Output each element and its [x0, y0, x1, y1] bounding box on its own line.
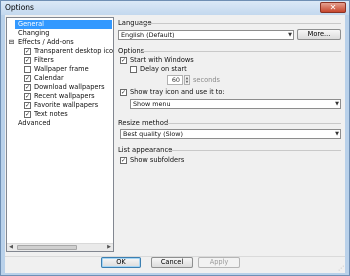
tree-item-label: Changing	[18, 29, 50, 37]
language-value: English (Default)	[121, 31, 175, 39]
options-window: Options ✕ General Changing ⊟ Effects / A…	[0, 0, 350, 276]
tree-item-calendar[interactable]: ✓ Calendar	[24, 74, 64, 83]
scroll-left-icon[interactable]: ◀	[7, 244, 15, 251]
resize-method-value: Best quality (Slow)	[123, 130, 184, 138]
language-select[interactable]: English (Default) ▼	[118, 30, 294, 40]
dialog-client: General Changing ⊟ Effects / Add-ons ✓ T…	[5, 15, 345, 273]
delay-spinner[interactable]: ▲ ▼	[184, 75, 190, 85]
tree-item-transparent-icons[interactable]: ✓ Transparent desktop icons te	[24, 47, 114, 56]
close-icon: ✕	[329, 3, 337, 12]
tree-item-label: General	[18, 20, 44, 28]
tree-horizontal-scrollbar[interactable]: ◀ ▶	[7, 243, 113, 251]
list-appearance-group-label: List appearance	[118, 146, 173, 154]
more-languages-button[interactable]: More...	[297, 29, 341, 40]
checkbox-checked-icon[interactable]: ✓	[24, 48, 31, 55]
collapse-icon[interactable]: ⊟	[8, 38, 15, 47]
group-divider	[164, 123, 341, 124]
tree-item-effects-addons[interactable]: ⊟ Effects / Add-ons	[8, 38, 74, 47]
resize-method-group-label: Resize method	[118, 119, 169, 127]
tray-action-select[interactable]: Show menu ▼	[130, 99, 341, 109]
scrollbar-thumb[interactable]	[17, 245, 77, 250]
checkbox-checked-icon[interactable]: ✓	[24, 75, 31, 82]
tree-item-changing[interactable]: Changing	[15, 29, 49, 38]
tree-item-favorite-wallpapers[interactable]: ✓ Favorite wallpapers	[24, 101, 98, 110]
tree-item-download-wallpapers[interactable]: ✓ Download wallpapers	[24, 83, 105, 92]
scroll-right-icon[interactable]: ▶	[105, 244, 113, 251]
window-title: Options	[5, 3, 34, 12]
checkbox-checked-icon[interactable]: ✓	[24, 57, 31, 64]
resize-method-select[interactable]: Best quality (Slow) ▼	[120, 129, 341, 139]
show-tray-icon-checkbox[interactable]: ✓	[120, 89, 127, 96]
options-tree[interactable]: General Changing ⊟ Effects / Add-ons ✓ T…	[6, 17, 114, 252]
delay-seconds-input[interactable]: 60	[167, 75, 183, 85]
checkbox-checked-icon[interactable]: ✓	[24, 102, 31, 109]
dropdown-arrow-icon: ▼	[335, 101, 339, 107]
title-bar[interactable]: Options ✕	[1, 1, 349, 15]
cancel-button[interactable]: Cancel	[151, 257, 193, 268]
group-divider	[141, 23, 341, 24]
tree-item-label: Advanced	[18, 119, 51, 127]
show-subfolders-checkbox[interactable]: ✓	[120, 157, 127, 164]
tree-item-label: Recent wallpapers	[34, 92, 95, 100]
tree-item-text-notes[interactable]: ✓ Text notes	[24, 110, 68, 119]
tree-item-label: Wallpaper frame	[34, 65, 89, 73]
tree-item-recent-wallpapers[interactable]: ✓ Recent wallpapers	[24, 92, 95, 101]
tree-item-filters[interactable]: ✓ Filters	[24, 56, 54, 65]
tree-item-label: Effects / Add-ons	[18, 38, 74, 46]
group-divider	[140, 51, 341, 52]
tree-item-label: Transparent desktop icons te	[34, 47, 114, 55]
tree-item-advanced[interactable]: Advanced	[15, 119, 51, 128]
start-with-windows-label: Start with Windows	[130, 56, 194, 64]
show-tray-icon-label: Show tray icon and use it to:	[130, 88, 225, 96]
dropdown-arrow-icon: ▼	[288, 32, 292, 38]
group-divider	[167, 150, 341, 151]
ok-button[interactable]: OK	[101, 257, 141, 268]
tree-item-wallpaper-frame[interactable]: Wallpaper frame	[24, 65, 89, 74]
show-subfolders-label: Show subfolders	[130, 156, 185, 164]
tree-item-label: Favorite wallpapers	[34, 101, 99, 109]
resize-grip-icon[interactable]: ⋰	[338, 265, 344, 272]
start-with-windows-checkbox[interactable]: ✓	[120, 57, 127, 64]
checkbox-checked-icon[interactable]: ✓	[24, 111, 31, 118]
checkbox-checked-icon[interactable]: ✓	[24, 84, 31, 91]
spin-down-icon[interactable]: ▼	[185, 80, 189, 84]
close-button[interactable]: ✕	[320, 2, 346, 13]
tree-item-label: Download wallpapers	[34, 83, 105, 91]
tree-item-general[interactable]: General	[15, 20, 112, 29]
delay-on-start-label: Delay on start	[140, 65, 187, 73]
tray-action-value: Show menu	[133, 100, 171, 108]
dropdown-arrow-icon: ▼	[335, 131, 339, 137]
seconds-unit-label: seconds	[193, 76, 220, 84]
checkbox-checked-icon[interactable]: ✓	[24, 93, 31, 100]
checkbox-unchecked-icon[interactable]	[24, 66, 31, 73]
apply-button[interactable]: Apply	[198, 257, 240, 268]
delay-on-start-checkbox[interactable]	[130, 66, 137, 73]
